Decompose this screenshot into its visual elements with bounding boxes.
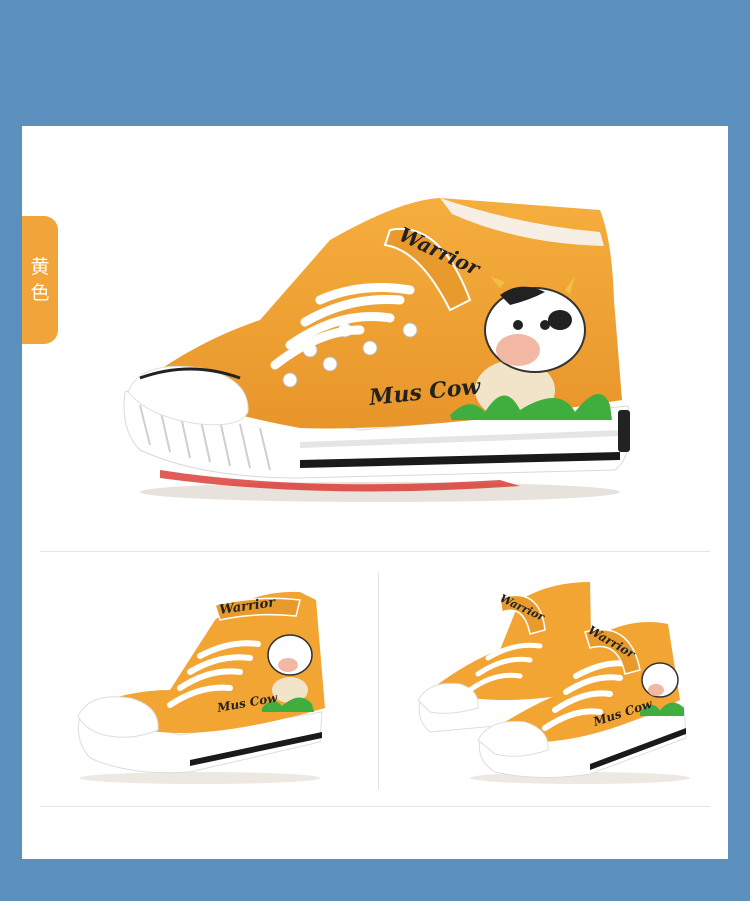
pair-view-shoes-image: Warrior Warrior Mus Cow [417,582,690,784]
